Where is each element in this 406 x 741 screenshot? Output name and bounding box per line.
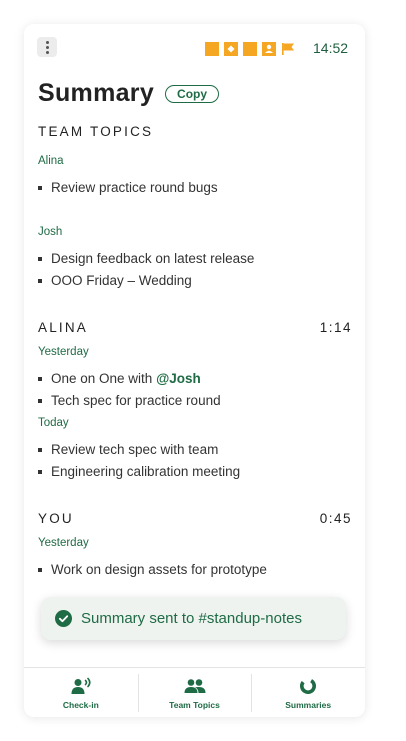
you-heading: YOU xyxy=(38,511,74,526)
mention-link[interactable]: @Josh xyxy=(156,371,201,386)
you-duration: 0:45 xyxy=(319,511,352,526)
more-options-icon[interactable] xyxy=(37,37,57,57)
person-speaking-icon xyxy=(71,677,91,694)
bullet xyxy=(38,447,42,452)
check-circle-icon xyxy=(55,610,72,627)
title-row: Summary Copy xyxy=(38,79,220,108)
nav-label-summaries: Summaries xyxy=(285,699,332,710)
yesterday-label: Yesterday xyxy=(38,537,89,549)
list-item: OOO Friday – Wedding xyxy=(38,273,192,288)
toast-notification[interactable]: Summary sent to #standup-notes xyxy=(41,597,346,640)
list-item: Work on design assets for prototype xyxy=(38,562,267,577)
toast-message: Summary sent to #standup-notes xyxy=(81,610,302,627)
group-icon xyxy=(184,678,205,693)
team-topic-member-alina: Alina xyxy=(38,155,64,167)
alina-duration: 1:14 xyxy=(319,320,352,335)
bullet xyxy=(38,256,42,261)
list-item: Tech spec for practice round xyxy=(38,393,221,408)
donut-chart-icon xyxy=(300,677,317,694)
yesterday-label: Yesterday xyxy=(38,346,89,358)
person-icon xyxy=(262,42,276,56)
list-item: Design feedback on latest release xyxy=(38,251,254,266)
bullet xyxy=(38,469,42,474)
nav-item-team-topics[interactable]: Team Topics xyxy=(137,668,252,717)
list-item: One on One with @Josh xyxy=(38,371,201,386)
nav-item-check-in[interactable]: Check-in xyxy=(24,668,138,717)
bullet xyxy=(38,376,42,381)
list-item: Review tech spec with team xyxy=(38,442,218,457)
bullet xyxy=(38,185,42,190)
nav-label-check-in: Check-in xyxy=(62,699,99,710)
diamond-icon xyxy=(224,42,238,56)
bullet xyxy=(38,567,42,572)
nav-label-team-topics: Team Topics xyxy=(169,699,220,710)
list-item: Review practice round bugs xyxy=(38,180,218,195)
list-item: Engineering calibration meeting xyxy=(38,464,240,479)
team-topic-member-josh: Josh xyxy=(38,226,63,238)
bottom-nav: Check-in Team Topics Summaries xyxy=(24,667,365,717)
phone-screen: 14:52 Summary Copy TEAM TOPICS Alina Rev… xyxy=(24,24,365,717)
flag-icon xyxy=(281,42,295,56)
page-title: Summary xyxy=(38,79,155,107)
nav-item-summaries[interactable]: Summaries xyxy=(251,668,365,717)
bullet xyxy=(38,278,42,283)
status-bar: 14:52 xyxy=(24,24,365,72)
square-icon xyxy=(243,42,257,56)
status-icons xyxy=(205,42,295,56)
copy-button[interactable]: Copy xyxy=(165,84,220,103)
team-topics-heading: TEAM TOPICS xyxy=(38,124,154,139)
bullet xyxy=(38,398,42,403)
today-label: Today xyxy=(38,417,69,429)
square-icon xyxy=(205,42,219,56)
alina-heading: ALINA xyxy=(38,320,89,335)
clock: 14:52 xyxy=(313,40,349,56)
